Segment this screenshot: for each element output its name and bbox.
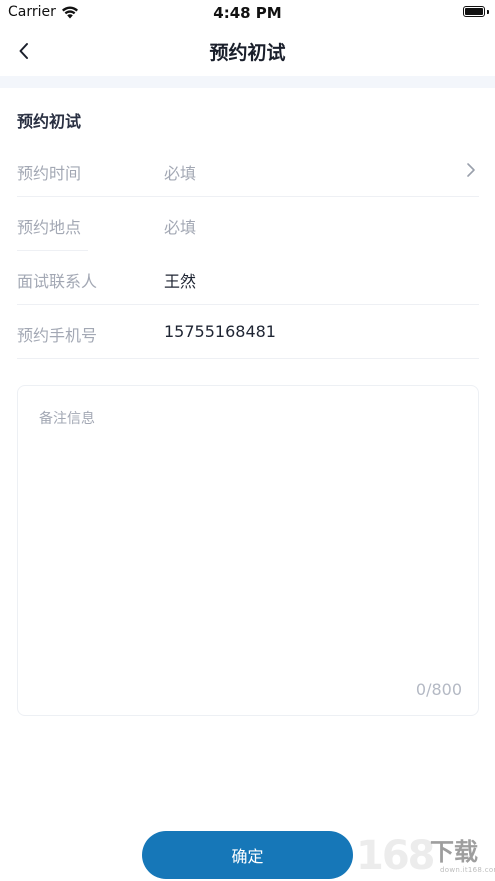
appointment-time-value[interactable]: 必填 bbox=[164, 160, 196, 184]
section-title: 预约初试 bbox=[17, 112, 82, 131]
battery-tip bbox=[487, 10, 489, 14]
watermark-logo: 168 下载 down.it168.com bbox=[356, 833, 495, 879]
character-counter: 0/800 bbox=[415, 680, 462, 699]
appointment-location-label: 预约地点 bbox=[17, 218, 82, 237]
battery-icon bbox=[463, 6, 485, 17]
row-divider bbox=[17, 196, 479, 197]
status-bar: Carrier 4:48 PM bbox=[0, 0, 495, 26]
appointment-phone-label: 预约手机号 bbox=[17, 326, 98, 345]
notes-input[interactable] bbox=[18, 386, 478, 715]
status-time: 4:48 PM bbox=[213, 4, 282, 22]
chevron-right-icon[interactable] bbox=[465, 161, 477, 179]
navigation-bar: 预约初试 bbox=[0, 26, 495, 76]
row-divider bbox=[17, 358, 479, 359]
row-divider bbox=[17, 250, 88, 251]
page-title: 预约初试 bbox=[209, 42, 286, 64]
header-divider bbox=[0, 76, 495, 88]
interview-contact-label: 面试联系人 bbox=[17, 272, 98, 291]
notes-box: 0/800 bbox=[17, 385, 479, 716]
appointment-phone-row[interactable]: 预约手机号 15755168481 bbox=[17, 306, 479, 359]
watermark-number: 168 bbox=[356, 833, 435, 879]
watermark-text: 下载 bbox=[430, 838, 478, 866]
appointment-time-row[interactable]: 预约时间 必填 bbox=[17, 144, 479, 197]
appointment-time-label: 预约时间 bbox=[17, 164, 82, 183]
appointment-phone-value[interactable]: 15755168481 bbox=[164, 322, 276, 341]
appointment-location-value[interactable]: 必填 bbox=[164, 214, 196, 238]
confirm-button[interactable]: 确定 bbox=[142, 831, 353, 879]
interview-contact-row[interactable]: 面试联系人 王然 bbox=[17, 252, 479, 305]
row-divider bbox=[17, 304, 479, 305]
watermark-domain: down.it168.com bbox=[440, 866, 495, 874]
appointment-location-row[interactable]: 预约地点 必填 bbox=[17, 198, 479, 251]
interview-contact-value[interactable]: 王然 bbox=[164, 268, 196, 292]
